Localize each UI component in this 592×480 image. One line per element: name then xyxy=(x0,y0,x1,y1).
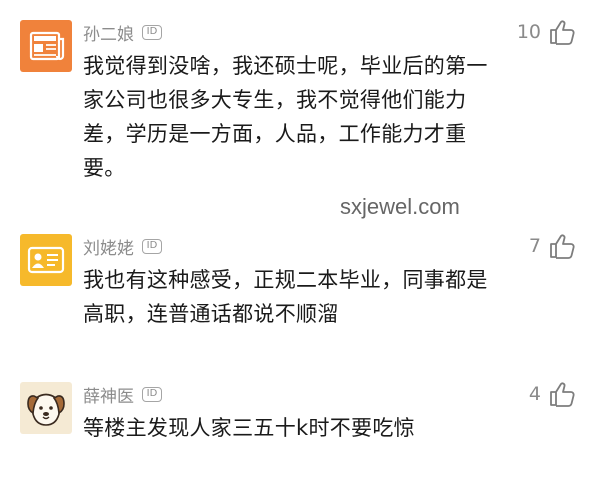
thumbs-up-icon xyxy=(550,234,575,259)
comment-line: 差，学历是一方面，人品，工作能力才重 xyxy=(83,122,467,146)
username[interactable]: 刘姥姥 ID xyxy=(83,234,162,259)
avatar[interactable] xyxy=(20,20,72,72)
dog-icon xyxy=(20,382,72,434)
avatar[interactable] xyxy=(20,234,72,286)
like-button[interactable]: 4 xyxy=(529,379,576,409)
like-count: 4 xyxy=(528,383,541,405)
avatar[interactable] xyxy=(20,382,72,434)
like-button[interactable]: 7 xyxy=(529,231,576,261)
id-card-icon xyxy=(20,234,72,286)
username[interactable]: 孙二娘 ID xyxy=(83,20,162,45)
id-badge: ID xyxy=(142,386,162,402)
comment-text: 等楼主发现人家三五十k时不要吃惊 xyxy=(83,411,533,445)
comment-line: 高职，连普通话都说不顺溜 xyxy=(83,302,339,326)
watermark: sxjewel.com xyxy=(340,194,460,219)
comment-line: 等楼主发现人家三五十k时不要吃惊 xyxy=(83,416,415,440)
thumbs-up-icon xyxy=(550,382,575,407)
id-badge: ID xyxy=(142,238,162,254)
id-badge: ID xyxy=(142,24,162,40)
like-button[interactable]: 10 xyxy=(517,17,576,47)
comment-text: 我也有这种感受，正规二本毕业，同事都是 高职，连普通话都说不顺溜 xyxy=(83,263,533,331)
username[interactable]: 薛神医 ID xyxy=(83,382,162,407)
like-count: 7 xyxy=(528,235,541,257)
newspaper-icon xyxy=(20,20,72,72)
comment-item: 孙二娘 ID 10 我觉得到没啥，我还硕士呢，毕业后的第一 家公司也很多大专生，… xyxy=(0,20,592,190)
comment-line: 要。 xyxy=(83,156,126,180)
comment-line: 家公司也很多大专生，我不觉得他们能力 xyxy=(83,88,467,112)
thumbs-up-icon xyxy=(550,20,575,45)
comment-item: 刘姥姥 ID 7 我也有这种感受，正规二本毕业，同事都是 高职，连普通话都说不顺… xyxy=(0,234,592,334)
comment-text: 我觉得到没啥，我还硕士呢，毕业后的第一 家公司也很多大专生，我不觉得他们能力 差… xyxy=(83,49,533,185)
comment-line: 我觉得到没啥，我还硕士呢，毕业后的第一 xyxy=(83,54,488,78)
username-label: 孙二娘 xyxy=(83,24,134,45)
username-label: 刘姥姥 xyxy=(83,238,134,259)
comment-item: 薛神医 ID 4 等楼主发现人家三五十k时不要吃惊 xyxy=(0,382,592,452)
username-label: 薛神医 xyxy=(83,386,134,407)
comment-line: 我也有这种感受，正规二本毕业，同事都是 xyxy=(83,268,488,292)
like-count: 10 xyxy=(516,21,541,43)
